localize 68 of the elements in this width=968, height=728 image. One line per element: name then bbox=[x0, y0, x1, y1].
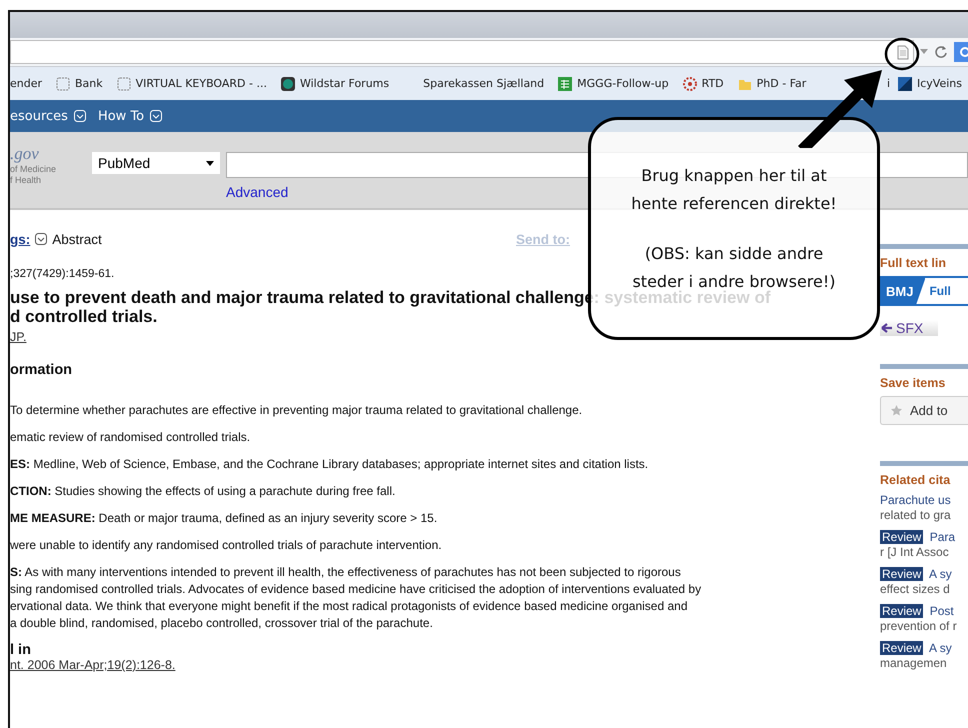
database-select[interactable]: PubMed bbox=[92, 152, 220, 174]
logo-subtitle: f Health bbox=[10, 175, 42, 186]
related-citation-link[interactable]: A sy bbox=[929, 641, 952, 655]
logo-subtitle: of Medicine bbox=[10, 164, 58, 175]
review-badge: Review bbox=[880, 641, 924, 655]
related-citation-link[interactable]: related to gra bbox=[880, 508, 951, 522]
section-heading: ormation bbox=[10, 362, 74, 378]
related-citation-link[interactable]: managemen bbox=[880, 656, 947, 670]
abstract-paragraph: To determine whether parachutes are effective in preventing major trauma related to gravitational challenge. bbox=[10, 402, 584, 419]
spreadsheet-icon bbox=[558, 76, 572, 90]
section-heading: l in bbox=[10, 642, 32, 658]
blank-page-icon bbox=[56, 76, 70, 90]
callout-text: Brug knappen her til at hente referencen direkte! bbox=[630, 164, 838, 214]
bookmark-item[interactable]: VIRTUAL KEYBOARD - ... bbox=[116, 76, 267, 90]
format-value: Abstract bbox=[52, 232, 102, 246]
related-citation-link[interactable]: effect sizes d bbox=[880, 582, 950, 596]
bookmark-item[interactable]: MGGG-Follow-up bbox=[558, 76, 669, 90]
citation-link[interactable]: nt. 2006 Mar-Apr;19(2):126-8. bbox=[10, 658, 176, 672]
author-link[interactable]: JP. bbox=[10, 330, 26, 344]
abstract-paragraph: ematic review of randomised controlled trials. bbox=[10, 429, 252, 446]
highlight-circle bbox=[884, 37, 920, 71]
related-citation-link[interactable]: Parachute us bbox=[880, 493, 951, 507]
sidebar-heading: Save items bbox=[880, 376, 946, 390]
related-citation-link[interactable]: A sy bbox=[929, 567, 952, 581]
citation-text: ;327(7429):1459-61. bbox=[10, 268, 116, 280]
bookmark-item[interactable]: ender bbox=[10, 77, 42, 90]
arrow-icon bbox=[880, 322, 894, 334]
blank-page-icon bbox=[116, 76, 131, 90]
sfx-link[interactable]: SFX bbox=[880, 320, 938, 336]
bookmark-item[interactable]: i bbox=[886, 77, 890, 90]
full-text-link[interactable]: Full bbox=[929, 284, 951, 298]
abstract-paragraph: ME MEASURE: Death or major trauma, defined as an injury severity score > 15. bbox=[10, 510, 438, 527]
related-citation-link[interactable]: prevention of r bbox=[880, 619, 957, 633]
bookmark-item[interactable]: Sparekassen Sjælland bbox=[423, 77, 544, 90]
related-citation-link[interactable]: Para bbox=[930, 530, 956, 544]
caret-icon[interactable] bbox=[920, 49, 928, 55]
bookmark-item[interactable]: Wildstar Forums bbox=[280, 76, 390, 90]
review-badge: Review bbox=[880, 567, 924, 581]
bookmark-item[interactable]: Bank bbox=[56, 76, 103, 90]
format-link[interactable]: gs: bbox=[10, 232, 30, 246]
star-icon bbox=[891, 405, 902, 416]
circle-logo-icon bbox=[280, 76, 295, 90]
journal-logo[interactable]: BMJ bbox=[880, 278, 926, 304]
abstract-paragraph: ES: Medline, Web of Science, Embase, and the Cochrane Library databases; appropriate internet sites and citation lists. bbox=[10, 456, 650, 473]
gear-icon bbox=[682, 76, 697, 90]
review-badge: Review bbox=[880, 604, 924, 618]
nav-menu-item[interactable]: How To bbox=[98, 108, 144, 124]
bookmark-item[interactable]: PhD - Far bbox=[738, 76, 806, 90]
abstract-paragraph: S: As with many interventions intended to prevent ill health, the effectiveness of parachutes has not been subjected to rigorous sing randomised controlled trials. Advocates of evidence based medicine have criticised the adoption of interventions evaluated by ervational data. We think that everyone might benefit if the most radical protagonists of evidence based medicine organised and a double blind, randomised, placebo controlled, crossover trial of the parachute. bbox=[10, 564, 702, 632]
callout-text: (OBS: kan sidde andre steder i andre browsere!) bbox=[631, 242, 837, 290]
review-badge: Review bbox=[880, 530, 924, 544]
sidebar-heading: Full text lin bbox=[880, 256, 947, 270]
reload-icon[interactable] bbox=[934, 45, 948, 59]
caret-icon bbox=[206, 160, 214, 166]
bookmark-item[interactable]: RTD bbox=[682, 76, 724, 90]
sidebar-heading: Related cita bbox=[880, 473, 952, 487]
related-citation-link[interactable]: Post bbox=[930, 604, 954, 618]
search-engine-icon[interactable] bbox=[954, 42, 968, 62]
bookmark-item[interactable]: IcyVeins bbox=[898, 76, 962, 90]
related-citation-link[interactable]: r [J Int Assoc bbox=[880, 545, 949, 559]
tile-icon bbox=[898, 76, 912, 90]
nav-menu-item[interactable]: esources bbox=[10, 108, 68, 124]
page-icon[interactable] bbox=[897, 44, 909, 60]
abstract-paragraph: were unable to identify any randomised controlled trials of parachute intervention. bbox=[10, 537, 443, 554]
add-to-button[interactable]: Add to bbox=[880, 396, 968, 425]
dropdown-icon[interactable] bbox=[35, 233, 48, 245]
abstract-paragraph: CTION: Studies showing the effects of using a parachute during free fall. bbox=[10, 483, 396, 500]
address-field[interactable] bbox=[10, 40, 914, 64]
